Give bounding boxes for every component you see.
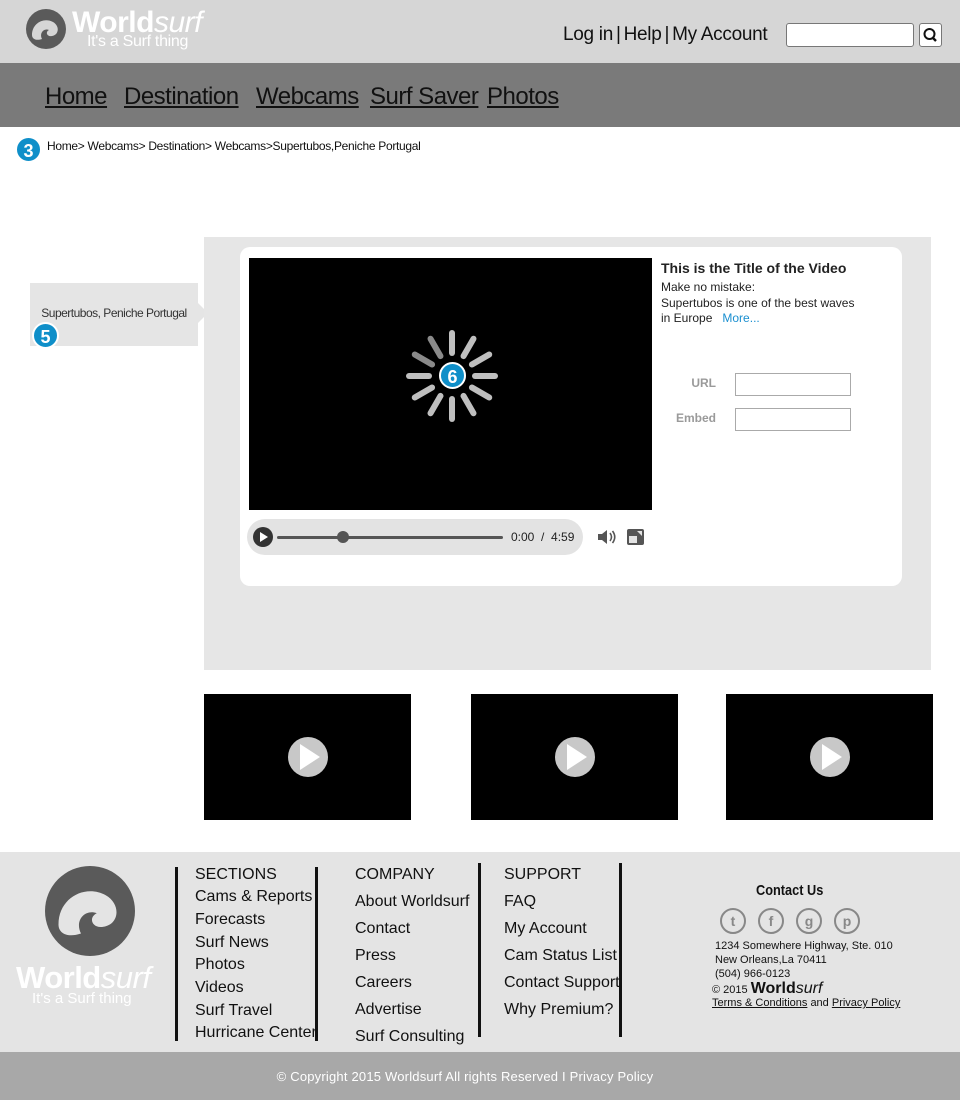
footer-link[interactable]: Photos	[195, 956, 245, 974]
footer-link[interactable]: Press	[355, 947, 396, 965]
url-label: URL	[691, 376, 716, 390]
footer-link[interactable]: Contact	[355, 920, 410, 938]
account-links: Log in | Help | My Account	[563, 24, 768, 46]
sections-title: SECTIONS	[195, 866, 277, 883]
footer-link[interactable]: Surf Consulting	[355, 1028, 464, 1046]
video-description: Make no mistake: Supertubos is one of th…	[661, 280, 861, 327]
legal-links: Terms & Conditions and Privacy Policy	[712, 997, 901, 1009]
footer-link[interactable]: Why Premium?	[504, 1001, 613, 1019]
support-title: SUPPORT	[504, 866, 582, 883]
company-title: COMPANY	[355, 866, 435, 883]
fullscreen-icon[interactable]	[626, 528, 645, 546]
facebook-icon[interactable]: f	[758, 908, 784, 934]
column-divider	[619, 863, 622, 1037]
location-label: Supertubos, Peniche Portugal	[41, 306, 187, 320]
description-line: Supertubos is one of the best waves	[661, 295, 855, 310]
privacy-link[interactable]: Privacy Policy	[832, 997, 900, 1009]
footer-link[interactable]: Hurricane Center	[195, 1024, 317, 1042]
column-divider	[175, 867, 178, 1041]
column-divider	[315, 867, 318, 1041]
link-separator: |	[615, 24, 621, 45]
footer-link[interactable]: Careers	[355, 974, 412, 992]
footer-link[interactable]: Forecasts	[195, 911, 265, 929]
nav-destination[interactable]: Destination	[124, 83, 239, 111]
wave-logo-icon	[45, 866, 135, 956]
site-logo[interactable]: Worldsurf It's a Surf thing	[24, 4, 224, 56]
time-separator: /	[541, 530, 545, 544]
footer-link[interactable]: Cams & Reports	[195, 888, 312, 906]
footer-link[interactable]: Cam Status List	[504, 947, 617, 965]
footer-link[interactable]: Contact Support	[504, 974, 620, 992]
footer-logo-tagline: It's a Surf thing	[32, 990, 132, 1007]
video-thumbnail[interactable]	[471, 694, 678, 820]
breadcrumb[interactable]: Home> Webcams> Destination> Webcams>Supe…	[47, 139, 421, 153]
contact-address: 1234 Somewhere Highway, Ste. 010	[715, 940, 893, 952]
top-header: Worldsurf It's a Surf thing Log in | Help |…	[0, 0, 960, 63]
footer-link[interactable]: Surf News	[195, 934, 269, 952]
play-icon	[555, 737, 595, 777]
description-line: Make no mistake:	[661, 280, 756, 294]
description-line: in Europe	[661, 311, 713, 325]
footer-copyright-logo: © 2015 Worldsurf	[712, 980, 823, 997]
column-divider	[478, 863, 481, 1037]
my-account-link[interactable]: My Account	[672, 24, 768, 45]
contact-city: New Orleans,La 70411	[715, 954, 827, 966]
nav-surf-saver[interactable]: Surf Saver	[370, 83, 479, 111]
copyright-text: © Copyright 2015 Worldsurf All rights Re…	[276, 1069, 654, 1084]
contact-title: Contact Us	[756, 882, 824, 899]
google-plus-icon[interactable]: g	[796, 908, 822, 934]
current-time: 0:00	[511, 530, 535, 544]
footer-link[interactable]: About Worldsurf	[355, 893, 469, 911]
total-time: 4:59	[551, 530, 575, 544]
link-separator: |	[664, 24, 670, 45]
embed-field[interactable]	[735, 408, 851, 431]
annotation-badge: 6	[439, 362, 466, 389]
nav-photos[interactable]: Photos	[487, 83, 559, 111]
contact-phone: (504) 966-0123	[715, 968, 791, 980]
video-thumbnail[interactable]	[204, 694, 411, 820]
video-title: This is the Title of the Video	[661, 260, 847, 276]
search-icon	[923, 28, 937, 42]
play-icon	[810, 737, 850, 777]
search-button[interactable]	[919, 23, 942, 47]
footer-link[interactable]: Videos	[195, 979, 244, 997]
annotation-badge: 5	[32, 322, 59, 349]
footer-link[interactable]: Surf Travel	[195, 1002, 272, 1020]
wave-logo-icon	[26, 9, 66, 49]
time-display: 0:00 / 4:59	[511, 530, 574, 544]
embed-label: Embed	[675, 411, 716, 425]
help-link[interactable]: Help	[624, 24, 662, 45]
play-button[interactable]	[253, 527, 273, 547]
main-nav: Home Destination Webcams Surf Saver Phot…	[0, 63, 960, 127]
pinterest-icon[interactable]: p	[834, 908, 860, 934]
seek-bar[interactable]	[277, 536, 503, 539]
twitter-icon[interactable]: t	[720, 908, 746, 934]
video-thumbnail[interactable]	[726, 694, 933, 820]
logo-tagline: It's a Surf thing	[87, 33, 189, 50]
play-icon	[288, 737, 328, 777]
login-link[interactable]: Log in	[563, 24, 613, 45]
seek-handle[interactable]	[336, 531, 349, 543]
footer-logo[interactable]: Worldsurf It's a Surf thing	[16, 866, 166, 1011]
footer-link[interactable]: FAQ	[504, 893, 536, 911]
more-link[interactable]: More...	[722, 311, 759, 325]
nav-webcams[interactable]: Webcams	[256, 83, 359, 111]
nav-home[interactable]: Home	[45, 83, 108, 111]
footer-link[interactable]: My Account	[504, 920, 587, 938]
search-input[interactable]	[786, 23, 914, 47]
volume-icon[interactable]	[596, 527, 618, 547]
annotation-badge: 3	[15, 136, 42, 163]
url-field[interactable]	[735, 373, 851, 396]
terms-link[interactable]: Terms & Conditions	[712, 997, 807, 1009]
bottom-bar: © Copyright 2015 Worldsurf All rights Re…	[0, 1052, 960, 1100]
footer-link[interactable]: Advertise	[355, 1001, 422, 1019]
